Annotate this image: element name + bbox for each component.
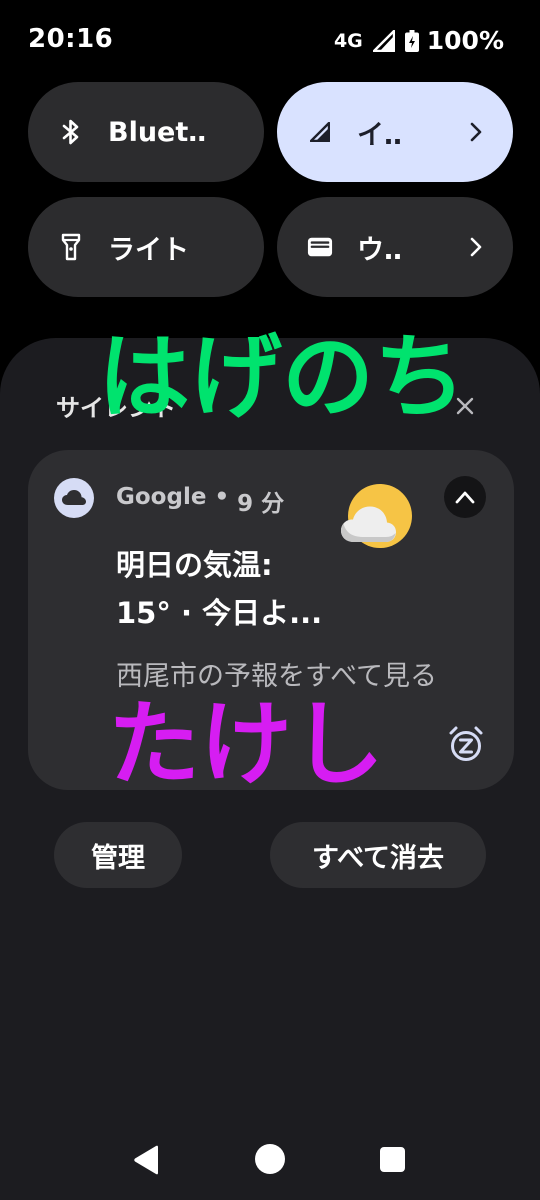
overlay-text-magenta: たけし [108,691,385,798]
quick-tile-bluetooth[interactable]: Bluet‥ [28,82,264,182]
chevron-right-icon [470,122,482,142]
wallet-icon [307,234,333,260]
manage-button[interactable]: 管理 [54,822,182,888]
quick-tile-wallet[interactable]: ウ‥ [277,197,513,297]
clear-all-button[interactable]: すべて消去 [270,822,486,888]
battery-icon [404,29,419,52]
quick-tile-label: ウ‥ [357,234,403,266]
chevron-right-icon [470,237,482,257]
quick-tile-label: ライト [108,234,189,266]
status-time: 20:16 [28,24,114,54]
status-icons: 4G 100% [334,26,504,55]
app-icon [54,478,94,518]
battery-percentage: 100% [426,26,504,55]
time-ago: 9 分 [237,491,285,517]
overlay-text-green: はげのち [98,324,467,431]
notification-header: Google • 9 分 [116,484,284,518]
signal-icon [372,29,395,52]
home-button[interactable] [255,1144,285,1174]
snooze-icon[interactable] [446,724,486,764]
cloud-icon [62,490,86,505]
flashlight-icon [58,233,84,261]
quick-tile-label: Bluet‥ [108,116,207,148]
quick-tile-flashlight[interactable]: ライト [28,197,264,297]
notification-body: 西尾市の予報をすべて見る [116,661,438,692]
notification-title-line2: 15° · 今日よ... [116,596,323,630]
network-type: 4G [333,29,363,52]
recents-button[interactable] [380,1147,405,1172]
partly-cloudy-icon [341,484,412,548]
quick-tile-label: イ‥ [357,119,403,151]
collapse-button[interactable] [444,476,486,518]
bluetooth-icon [58,119,84,145]
back-button[interactable] [132,1144,162,1176]
status-bar: 20:16 4G 100% [0,0,540,80]
signal-icon [307,119,333,145]
separator: • [214,484,230,510]
app-name: Google [116,484,207,510]
notification-title: 明日の気温: 15° · 今日よ... [116,541,322,637]
quick-tile-mobile-data[interactable]: イ‥ [277,82,513,182]
chevron-up-icon [455,491,475,504]
notification-title-line1: 明日の気温: [116,548,273,582]
